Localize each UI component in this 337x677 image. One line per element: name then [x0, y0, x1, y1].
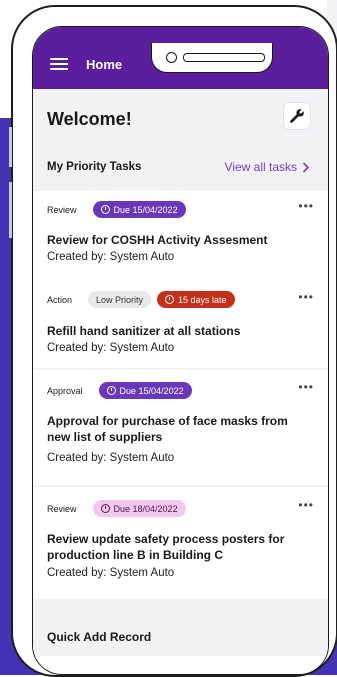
priority-badge: Low Priority — [88, 291, 152, 308]
chevron-right-icon — [302, 161, 310, 173]
due-date: Due 18/04/2022 — [113, 503, 178, 514]
task-tags: Review Due 15/04/2022 — [47, 201, 186, 218]
phone-side-button — [9, 182, 12, 238]
clock-icon — [165, 295, 175, 304]
more-options-icon[interactable]: ••• — [298, 498, 314, 512]
view-all-tasks-link[interactable]: View all tasks — [225, 160, 310, 174]
due-date: Due 15/04/2022 — [113, 204, 178, 215]
more-options-icon[interactable]: ••• — [298, 290, 314, 304]
page-title: Home — [86, 57, 123, 72]
task-creator: Created by: System Auto — [47, 567, 175, 579]
clock-icon — [106, 386, 116, 395]
task-tags: Review Due 18/04/2022 — [47, 500, 186, 517]
due-date: Due 15/04/2022 — [119, 385, 184, 396]
task-title: Approval for purchase of face masks from… — [47, 414, 288, 444]
quick-add-section: Quick Add Record — [33, 599, 328, 656]
clock-icon — [100, 504, 110, 513]
wrench-icon — [290, 109, 304, 123]
task-type: Review — [47, 204, 77, 215]
task-creator: Created by: System Auto — [47, 251, 175, 263]
task-title: Review for COSHH Activity Assesment — [47, 233, 268, 247]
speaker-icon — [183, 53, 265, 62]
phone-side-button — [9, 127, 12, 167]
clock-icon — [100, 205, 110, 214]
late-text: 15 days late — [178, 294, 227, 305]
welcome-heading: Welcome! — [47, 109, 132, 129]
more-options-icon[interactable]: ••• — [298, 199, 314, 213]
view-all-label: View all tasks — [224, 160, 297, 174]
due-badge: Due 15/04/2022 — [92, 201, 186, 218]
main-content: Welcome! My Priority Tasks View all task… — [33, 89, 328, 674]
phone-notch — [151, 43, 273, 73]
late-badge: 15 days late — [157, 291, 235, 308]
task-tags: Action Low Priority 15 days late — [47, 291, 235, 308]
task-card[interactable]: Action Low Priority 15 days late ••• Ref… — [33, 277, 328, 368]
task-creator: Created by: System Auto — [47, 452, 175, 464]
task-tags: Approval Due 15/04/2022 — [47, 382, 192, 399]
phone-screen: Home Welcome! My Priority Tasks View all… — [32, 26, 329, 675]
task-type: Action — [47, 294, 73, 305]
settings-button[interactable] — [284, 103, 310, 129]
task-card[interactable]: Approval Due 15/04/2022 ••• Approval for… — [33, 370, 328, 485]
menu-icon[interactable] — [50, 58, 68, 70]
bottom-area — [33, 656, 328, 674]
task-title: Review update safety process posters for… — [47, 532, 285, 562]
task-creator: Created by: System Auto — [47, 342, 175, 354]
more-options-icon[interactable]: ••• — [298, 380, 314, 394]
due-badge: Due 18/04/2022 — [92, 500, 186, 517]
task-type: Approval — [47, 385, 83, 396]
task-type: Review — [47, 503, 77, 514]
task-card[interactable]: Review Due 18/04/2022 ••• Review update … — [33, 487, 328, 599]
section-title: My Priority Tasks — [47, 161, 142, 173]
due-badge: Due 15/04/2022 — [98, 382, 192, 399]
task-title: Refill hand sanitizer at all stations — [47, 324, 241, 338]
quick-add-record[interactable]: Quick Add Record — [47, 630, 151, 644]
camera-icon — [166, 52, 177, 63]
